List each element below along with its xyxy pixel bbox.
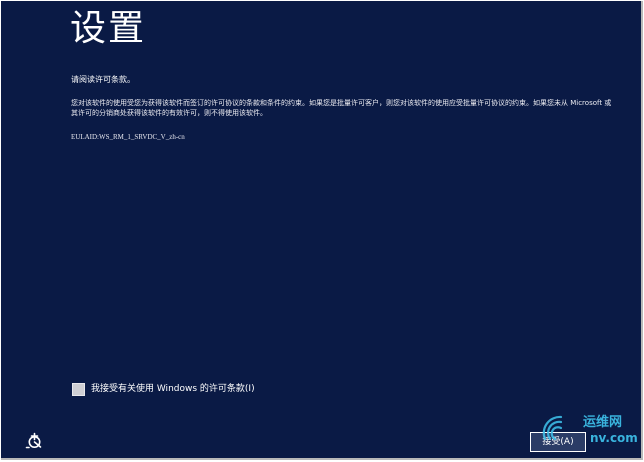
accept-button[interactable]: 接受(A) [530,432,586,452]
ease-of-access-glyph [25,432,42,449]
accept-terms-checkbox[interactable] [72,382,85,396]
accept-terms-row[interactable]: 我接受有关使用 Windows 的许可条款(I) [72,382,255,396]
page-title: 设置 [70,8,147,49]
setup-screen: 设置 请阅读许可条款。 您对该软件的使用受您为获得该软件而签订的许可协议的条款和… [1,1,643,460]
accept-terms-label[interactable]: 我接受有关使用 Windows 的许可条款(I) [91,383,255,395]
watermark-text-top: 运维网 [583,415,623,430]
ease-of-access-icon[interactable] [25,431,45,451]
license-terms-text: 您对该软件的使用受您为获得该软件而签订的许可协议的条款和条件的约束。如果您是批量… [71,99,612,117]
eula-id: EULAID:WS_RM_1_SRVDC_V_zh-cn [71,133,185,141]
watermark-text-bottom: nv.com [590,431,638,445]
license-heading: 请阅读许可条款。 [71,75,135,84]
